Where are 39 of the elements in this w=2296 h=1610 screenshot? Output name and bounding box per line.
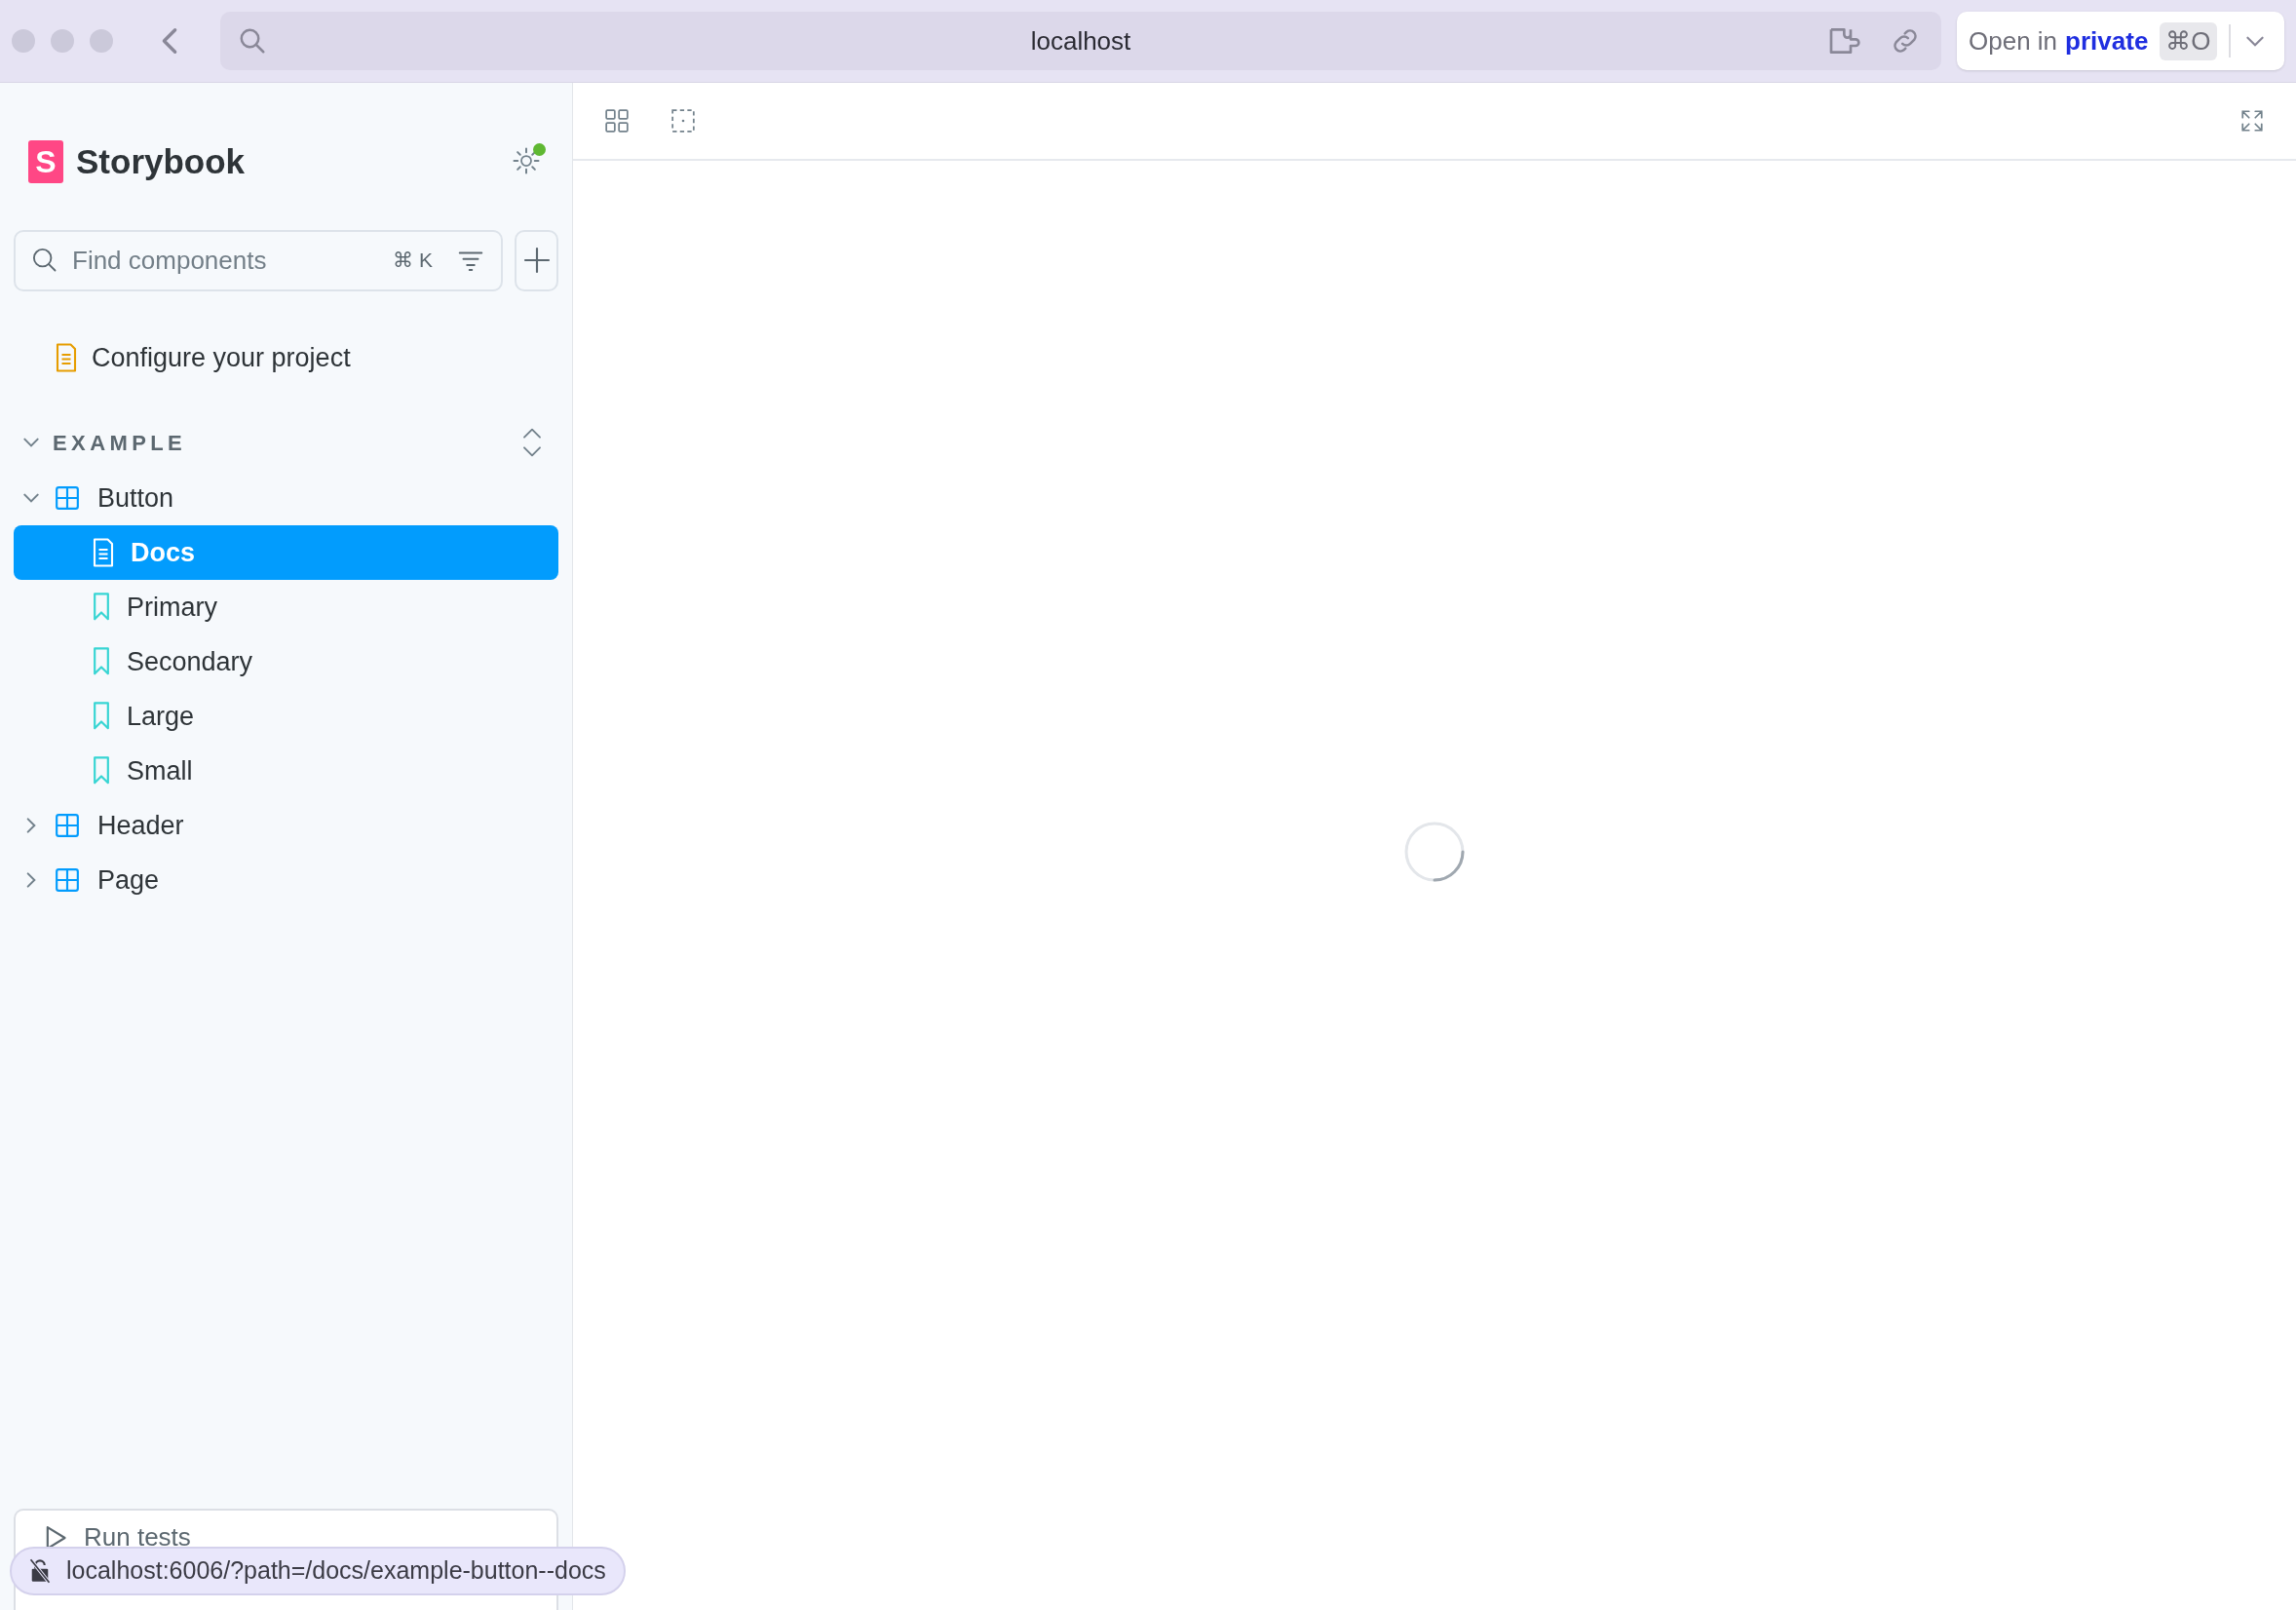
component-icon	[55, 867, 80, 893]
bookmark-icon	[92, 756, 111, 786]
document-icon	[55, 343, 78, 372]
tree-item[interactable]: Button	[14, 471, 558, 525]
search-icon	[238, 26, 267, 56]
grid-icon[interactable]	[604, 108, 630, 134]
component-icon	[55, 485, 80, 511]
search-field[interactable]: Find components ⌘ K	[14, 229, 503, 291]
unlocked-icon	[29, 1558, 51, 1584]
button-label: Open in	[1969, 24, 2058, 58]
fullscreen-icon[interactable]	[2239, 108, 2265, 134]
document-icon	[92, 538, 115, 567]
storybook-logo: S	[28, 140, 63, 183]
expand-collapse-icon[interactable]	[521, 427, 543, 458]
bookmark-icon	[92, 647, 111, 676]
search-input[interactable]: Find components	[72, 241, 380, 280]
run-tests-button[interactable]: Run tests	[43, 1518, 191, 1556]
section-header[interactable]: EXAMPLE	[21, 426, 187, 459]
bookmark-icon	[92, 593, 111, 622]
status-url-text: localhost:6006/?path=/docs/example-button--docs	[66, 1555, 606, 1587]
address-bar[interactable]: localhost	[220, 12, 1941, 70]
story-item[interactable]: Primary	[14, 580, 558, 634]
tree-item[interactable]: Page	[14, 853, 558, 907]
tree-item[interactable]: Header	[14, 798, 558, 853]
add-button[interactable]	[515, 229, 558, 291]
sidebar-item[interactable]: Configure your project	[14, 330, 558, 385]
outline-icon[interactable]	[670, 108, 696, 134]
address-text: localhost	[1030, 24, 1131, 58]
brand-name: Storybook	[76, 140, 246, 182]
bookmark-icon	[92, 702, 111, 731]
story-item[interactable]: Small	[14, 744, 558, 798]
search-icon	[31, 247, 58, 274]
component-icon	[55, 813, 80, 838]
loading-spinner	[1403, 820, 1466, 883]
button-label: ⌘O	[2160, 21, 2217, 60]
story-item[interactable]: Large	[14, 689, 558, 744]
shortcut-hint: ⌘ K	[393, 248, 433, 274]
button-label: private	[2065, 24, 2149, 58]
story-item[interactable]: Secondary	[14, 634, 558, 689]
